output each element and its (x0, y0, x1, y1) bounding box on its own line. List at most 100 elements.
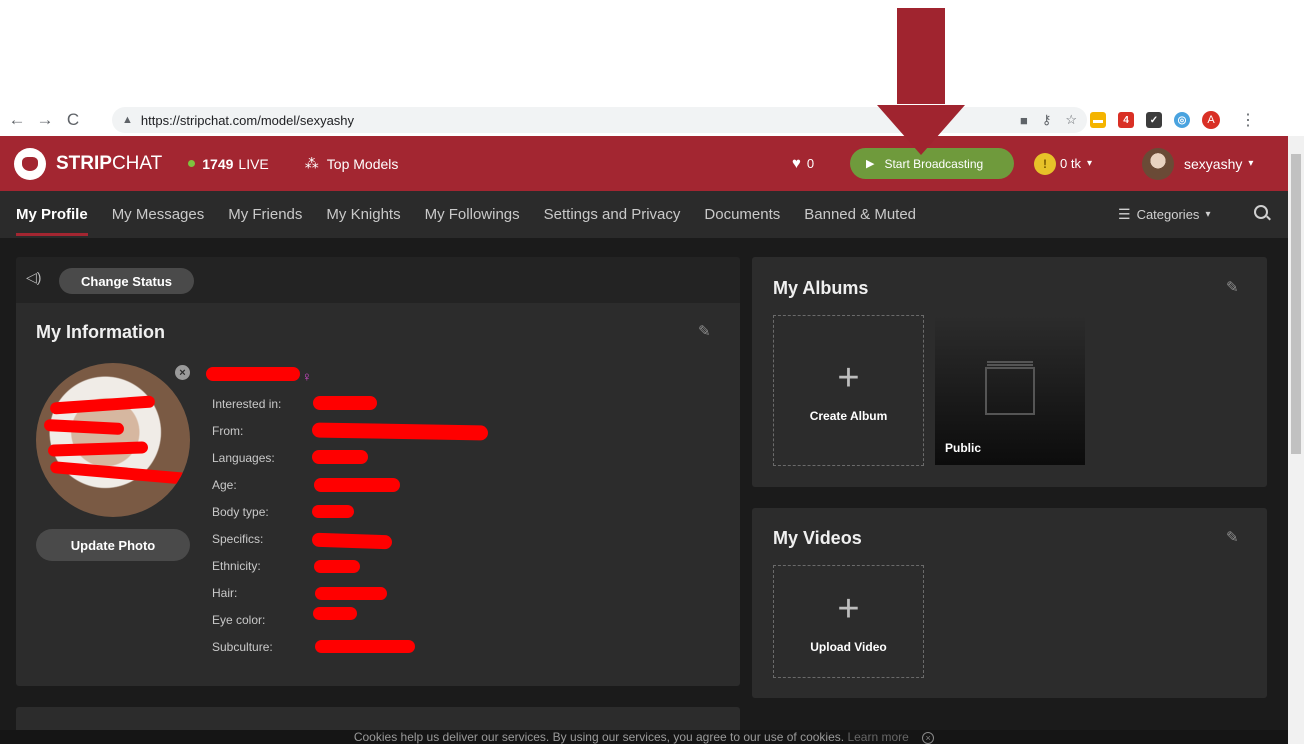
redacted-value (311, 532, 393, 550)
redaction-mark (49, 460, 190, 486)
update-photo-button[interactable]: Update Photo (36, 529, 190, 561)
profile-tabs: My Profile My Messages My Friends My Kni… (0, 191, 1288, 238)
checkbox-extension-icon[interactable]: ✓ (1146, 112, 1162, 128)
menu-lines-icon: ☰ (1118, 206, 1131, 222)
redacted-value (314, 478, 400, 492)
screenshot-root: ← → C ▲ https://stripchat.com/model/sexy… (0, 0, 1304, 744)
live-label: LIVE (238, 155, 269, 172)
field-label-interested-in: Interested in: (212, 397, 282, 411)
redacted-value (315, 640, 415, 653)
profile-photo (36, 363, 190, 517)
play-icon: ▶ (866, 158, 875, 170)
cookie-text: Cookies help us deliver our services. By… (353, 730, 845, 744)
field-label-subculture: Subculture: (212, 640, 273, 654)
tab-my-knights[interactable]: My Knights (314, 191, 412, 238)
edit-pencil-icon[interactable]: ✎ (1226, 528, 1239, 546)
key-icon[interactable]: ⚷ (1042, 112, 1052, 128)
user-avatar (1142, 147, 1174, 180)
menu-kebab-icon[interactable]: ⋮ (1240, 110, 1256, 130)
camera-icon[interactable]: ■ (1020, 113, 1028, 128)
upload-video-button[interactable]: + Upload Video (773, 565, 924, 678)
extension-badge-count: 4 (1123, 114, 1129, 126)
redacted-value (312, 505, 354, 518)
likes-counter[interactable]: ♥ 0 (792, 136, 814, 191)
logo-text-bold: STRIP (56, 152, 112, 174)
folder-icon (985, 367, 1035, 415)
chevron-down-icon: ▾ (1086, 158, 1092, 169)
circle-extension-icon[interactable]: ◎ (1174, 112, 1190, 128)
live-count: 1749 (202, 155, 234, 172)
edit-pencil-icon[interactable]: ✎ (698, 322, 711, 340)
learn-more-link[interactable]: Learn more (847, 730, 908, 744)
extension-badge-icon[interactable]: 4 (1118, 112, 1134, 128)
page-scrollbar[interactable] (1288, 136, 1304, 744)
remove-photo-icon[interactable]: × (175, 365, 190, 380)
chevron-down-icon: ▾ (1205, 209, 1211, 220)
redacted-value (313, 396, 377, 410)
forward-icon[interactable]: → (34, 110, 56, 130)
tab-my-friends[interactable]: My Friends (216, 191, 314, 238)
redaction-mark (49, 395, 156, 415)
field-label-hair: Hair: (212, 586, 238, 600)
speaker-icon: ◁) (26, 269, 42, 285)
top-models-link[interactable]: ⁂ Top Models (305, 155, 399, 172)
change-status-button[interactable]: Change Status (59, 268, 194, 294)
field-label-age: Age: (212, 478, 237, 492)
field-label-specifics: Specifics: (212, 532, 264, 546)
redacted-value (313, 607, 357, 620)
field-label-languages: Languages: (212, 451, 275, 465)
live-counter[interactable]: 1749 LIVE (188, 156, 269, 172)
star-icon[interactable]: ☆ (1065, 112, 1077, 128)
create-album-button[interactable]: + Create Album (773, 315, 924, 466)
live-dot-icon (188, 160, 196, 167)
lock-icon: ▲ (122, 114, 133, 126)
public-album-label: Public (945, 441, 982, 455)
album-stack-line (987, 361, 1033, 363)
edit-pencil-icon[interactable]: ✎ (1226, 278, 1239, 296)
tokens-value: 0 tk (1060, 156, 1081, 171)
scrollbar-thumb[interactable] (1291, 154, 1301, 454)
browser-toolbar: ← → C ▲ https://stripchat.com/model/sexy… (0, 104, 1304, 136)
tokens-dropdown[interactable]: ! 0 tk ▾ (1034, 136, 1092, 191)
extension-icon[interactable]: ▬ (1090, 112, 1106, 128)
redaction-mark (47, 441, 149, 457)
back-icon[interactable]: ← (6, 110, 28, 130)
field-label-eye-color: Eye color: (212, 613, 266, 627)
my-information-title: My Information (36, 322, 165, 342)
tab-settings-and-privacy[interactable]: Settings and Privacy (532, 191, 693, 238)
categories-label: Categories (1136, 207, 1200, 222)
tab-my-messages[interactable]: My Messages (100, 191, 217, 238)
plus-icon: + (837, 356, 860, 399)
profile-avatar[interactable]: A (1202, 111, 1220, 129)
likes-count: 0 (806, 156, 815, 171)
heart-icon: ♥ (792, 155, 801, 172)
username: sexyashy (1184, 155, 1243, 172)
tab-my-profile[interactable]: My Profile (0, 191, 100, 238)
upload-video-label: Upload Video (810, 639, 887, 654)
top-models-label: Top Models (326, 155, 399, 172)
my-videos-title: My Videos (773, 528, 862, 548)
public-album-card[interactable]: Public (935, 315, 1085, 465)
logo-text: CHAT (111, 152, 163, 174)
categories-dropdown[interactable]: ☰ Categories ▾ (1118, 191, 1210, 238)
cookie-notice: Cookies help us deliver our services. By… (0, 730, 1288, 744)
redacted-name (206, 367, 300, 381)
tab-my-followings[interactable]: My Followings (413, 191, 532, 238)
album-stack-line (987, 364, 1033, 366)
field-label-from: From: (212, 424, 244, 438)
close-icon[interactable]: × (922, 732, 935, 744)
create-album-label: Create Album (809, 408, 888, 423)
tab-documents[interactable]: Documents (692, 191, 792, 238)
reload-icon[interactable]: C (62, 110, 84, 130)
logo-mark-icon (14, 147, 46, 180)
redacted-value (312, 450, 368, 464)
stripchat-logo[interactable]: STRIP CHAT (14, 147, 163, 180)
user-menu[interactable]: sexyashy ▾ (1142, 136, 1253, 191)
redaction-mark (43, 418, 125, 436)
search-icon[interactable] (1254, 205, 1268, 219)
tab-banned-and-muted[interactable]: Banned & Muted (792, 191, 928, 238)
redacted-value (315, 587, 387, 600)
my-albums-title: My Albums (773, 278, 869, 298)
redacted-value (311, 422, 489, 441)
url-text[interactable]: https://stripchat.com/model/sexyashy (141, 113, 354, 128)
